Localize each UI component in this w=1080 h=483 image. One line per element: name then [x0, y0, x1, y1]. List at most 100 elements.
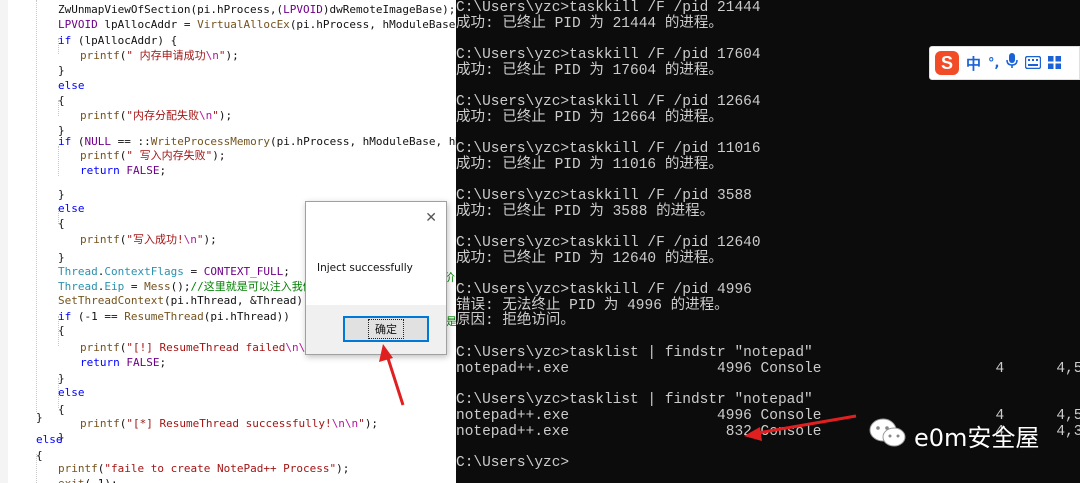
code-line: return FALSE;: [80, 355, 166, 370]
code-token: (lpAllocAddr) {: [71, 34, 178, 47]
code-token: }: [58, 188, 65, 201]
code-token: else: [58, 79, 85, 92]
terminal-command-line: C:\Users\yzc>tasklist | findstr "notepad…: [456, 392, 813, 408]
ime-mode-toggle[interactable]: 中: [966, 53, 981, 74]
code-token: printf: [80, 109, 120, 122]
mic-icon[interactable]: [1006, 53, 1019, 73]
terminal-command-line: C:\Users\yzc>taskkill /F /pid 4996: [456, 282, 752, 298]
code-line: printf("[*] ResumeThread successfully!\n…: [80, 416, 378, 431]
wechat-icon: [868, 417, 908, 453]
code-token: (pi.hProcess, hModuleBase, hModuleBase: [269, 135, 456, 148]
keyboard-icon[interactable]: [1025, 54, 1042, 73]
code-line: LPVOID lpAllocAddr = VirtualAllocEx(pi.h…: [58, 17, 456, 32]
code-line: }: [58, 371, 65, 386]
code-token: =: [183, 265, 204, 278]
code-token: printf: [80, 341, 120, 354]
terminal-output-line: 错误: 无法终止 PID 为 4996 的进程。: [456, 298, 729, 314]
code-token: );: [364, 417, 379, 430]
code-token: );: [336, 462, 350, 475]
code-token: (pi.hThread, &Thread);: [163, 294, 310, 307]
code-token: if: [58, 135, 72, 148]
code-line: {: [58, 402, 65, 417]
code-line: else: [58, 385, 85, 400]
code-line: if (lpAllocAddr) {: [58, 33, 177, 48]
code-token: "faile to create NotePad++ Process": [104, 462, 337, 475]
code-token: }: [58, 64, 65, 77]
sogou-logo-icon[interactable]: S: [935, 51, 959, 75]
code-token: Thread: [58, 280, 98, 293]
code-token: \n\n: [331, 417, 359, 430]
code-line: if (-1 == ResumeThread(pi.hThread)): [58, 309, 290, 324]
code-token: );: [203, 233, 217, 246]
dialog-message: Inject successfully: [317, 262, 413, 274]
code-token: return: [80, 164, 120, 177]
code-token: Thread: [58, 265, 98, 278]
ok-button-label: 确定: [368, 319, 404, 339]
code-token: );: [212, 149, 226, 162]
code-line: printf(" 内存申请成功\n");: [80, 48, 239, 63]
message-box-dialog[interactable]: ✕ Inject successfully 确定: [305, 201, 447, 355]
terminal-command-line: C:\Users\yzc>taskkill /F /pid 3588: [456, 188, 752, 204]
code-token: NULL: [84, 135, 112, 148]
code-token: printf: [80, 417, 120, 430]
code-token: \n: [183, 233, 197, 246]
code-token: "内存分配失败: [126, 109, 199, 122]
editor-gutter: [0, 0, 8, 483]
terminal-output-line: 成功: 已终止 PID 为 12640 的进程。: [456, 251, 723, 267]
ime-toolbar[interactable]: S 中 °,: [929, 46, 1080, 80]
code-token: LPVOID: [58, 18, 98, 31]
code-token: )dwRemoteImageBase);: [322, 3, 456, 16]
code-token: (-1 ==: [71, 310, 125, 323]
code-line: SetThreadContext(pi.hThread, &Thread);//…: [58, 293, 345, 308]
terminal-output-line: 成功: 已终止 PID 为 21444 的进程。: [456, 16, 723, 32]
code-token: {: [58, 217, 65, 230]
watermark: e0m安全屋: [868, 418, 1039, 452]
terminal-command-line: C:\Users\yzc>taskkill /F /pid 11016: [456, 141, 761, 157]
terminal-output-line: 成功: 已终止 PID 为 17604 的进程。: [456, 63, 723, 79]
code-line: else: [58, 201, 85, 216]
code-line: }: [36, 410, 43, 425]
indent-guide: [36, 0, 37, 412]
code-token: printf: [58, 462, 98, 475]
code-line: }: [58, 63, 65, 78]
code-token: CONTEXT_FULL: [203, 265, 284, 278]
code-line: return FALSE;: [80, 163, 166, 178]
ok-button[interactable]: 确定: [343, 316, 429, 342]
terminal-output-line: 成功: 已终止 PID 为 3588 的进程。: [456, 204, 715, 220]
code-token: {: [58, 403, 65, 416]
code-token: {: [58, 94, 65, 107]
code-line: Thread.Eip = Mess();//这里就是可以注入我们的: [58, 279, 325, 294]
code-token: " 内存申请成功: [126, 49, 206, 62]
code-token: Mess: [144, 280, 171, 293]
code-token: "[*] ResumeThread successfully!: [126, 417, 332, 430]
code-token: FALSE: [126, 164, 160, 177]
terminal-output-line: 原因: 拒绝访问。: [456, 313, 575, 329]
code-token: ;: [283, 265, 290, 278]
code-token: );: [218, 109, 233, 122]
punctuation-icon[interactable]: °,: [988, 56, 999, 71]
code-token: return: [80, 356, 120, 369]
close-icon[interactable]: ✕: [425, 210, 437, 226]
terminal-command-line: C:\Users\yzc>taskkill /F /pid 21444: [456, 0, 761, 16]
grid-icon[interactable]: [1048, 54, 1062, 73]
code-token: WriteProcessMemory: [150, 135, 270, 148]
code-line: {: [58, 216, 65, 231]
terminal-command-line: C:\Users\yzc>: [456, 455, 570, 471]
terminal-command-line: C:\Users\yzc>taskkill /F /pid 12664: [456, 94, 761, 110]
code-token: else: [58, 202, 85, 215]
code-token: );: [225, 49, 239, 62]
code-token: "[!] ResumeThread failed: [126, 341, 286, 354]
code-line: }: [58, 250, 65, 265]
code-token: }: [58, 251, 65, 264]
code-token: =: [124, 280, 145, 293]
code-token: {: [58, 324, 65, 337]
code-token: ();: [170, 280, 191, 293]
code-token: (pi.hThread)): [203, 310, 290, 323]
code-token: if: [58, 34, 72, 47]
code-line: printf("内存分配失败\n");: [80, 108, 232, 123]
code-token: if: [58, 310, 72, 323]
dialog-footer: 确定: [306, 305, 446, 354]
code-line: Thread.ContextFlags = CONTEXT_FULL;: [58, 264, 290, 279]
code-token: ": [212, 109, 219, 122]
code-token: (: [71, 135, 85, 148]
